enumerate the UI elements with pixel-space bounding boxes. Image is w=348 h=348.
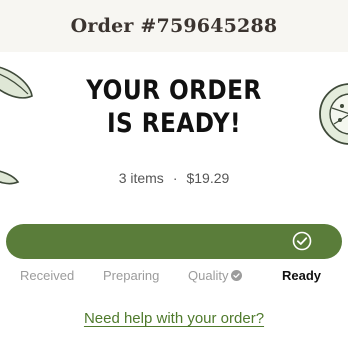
- headline-line-1: YOUR ORDER: [86, 75, 262, 106]
- order-total: $19.29: [186, 170, 230, 186]
- help-link[interactable]: Need help with your order?: [0, 310, 348, 327]
- headline-line-2: IS READY!: [106, 108, 242, 139]
- verified-badge-icon: [231, 270, 243, 281]
- ready-headline: YOUR ORDER IS READY!: [24, 74, 323, 140]
- check-circle-icon: [292, 231, 312, 251]
- step-quality: Quality: [188, 268, 243, 283]
- header-bar: Order #759645288: [0, 0, 348, 52]
- step-preparing: Preparing: [103, 268, 160, 283]
- step-ready: Ready: [282, 268, 322, 283]
- step-received: Received: [20, 268, 75, 283]
- order-summary: 3 items · $19.29: [0, 170, 348, 186]
- item-count: 3 items: [118, 170, 164, 186]
- step-quality-label: Quality: [188, 268, 229, 283]
- order-title: Order #759645288: [70, 15, 278, 37]
- progress-steps: Received Preparing Quality Ready: [0, 268, 348, 286]
- order-progress-bar: [6, 224, 342, 259]
- summary-separator: ·: [172, 170, 178, 186]
